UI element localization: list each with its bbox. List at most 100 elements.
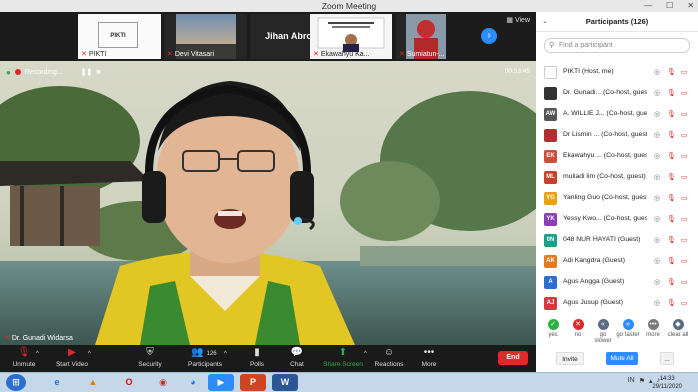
- mic-muted-icon: ✕: [81, 51, 87, 58]
- view-icon: ◎: [654, 195, 661, 202]
- view-icon: ◎: [654, 132, 661, 139]
- share-screen-button[interactable]: ⬆ Share Screen: [322, 346, 364, 368]
- reaction-button[interactable]: ✕ no: [566, 319, 590, 338]
- thumbnail-ekawahyu[interactable]: ✕ Ekawahyu Ka...: [310, 14, 392, 59]
- stop-icon[interactable]: ■: [96, 69, 100, 76]
- avatar: YK: [544, 213, 557, 226]
- minimize-icon[interactable]: —: [644, 0, 652, 12]
- participant-row[interactable]: YG Yanling Guo (Co-host, guest) ◎ 🎙 ▭: [536, 188, 698, 209]
- view-button[interactable]: ▦ View: [506, 16, 530, 24]
- participant-name: Adi Kangdra (Guest): [563, 257, 625, 264]
- reaction-button[interactable]: ✓ yes: [541, 319, 565, 338]
- invite-button[interactable]: Invite: [556, 352, 584, 365]
- taskbar: ⊞ e ▲ O ◉ ◕ ▶ P W IN ⚑ ▴ ♪ 14:33 29/11/2…: [0, 372, 698, 392]
- search-input[interactable]: Find a participant: [544, 38, 690, 53]
- participant-row[interactable]: EK Ekawahyu ... (Co-host, guest) ◎ 🎙 ▭: [536, 146, 698, 167]
- participant-row[interactable]: AK Adi Kangdra (Guest) ◎ 🎙 ▭: [536, 251, 698, 272]
- mic-muted-icon: 🎙: [667, 132, 676, 139]
- participant-row[interactable]: ML muliadi lim (Co-host, guest) ◎ 🎙 ▭: [536, 167, 698, 188]
- participant-row[interactable]: Dr Lismin ... (Co-host, guest) ◎ 🎙 ▭: [536, 125, 698, 146]
- audio-options-caret[interactable]: ^: [36, 351, 39, 357]
- end-meeting-button[interactable]: End: [498, 351, 528, 365]
- reaction-label: clear all: [667, 332, 689, 338]
- unmute-button[interactable]: 🎙 Unmute: [8, 346, 40, 368]
- mic-muted-icon: 🎙: [667, 216, 676, 223]
- reaction-button[interactable]: ••• more: [641, 319, 665, 338]
- polls-button[interactable]: ▮ Polls: [246, 346, 268, 368]
- reaction-label: go slower: [594, 332, 612, 344]
- video-options-caret[interactable]: ^: [88, 351, 91, 357]
- bar-chart-icon: ▮: [254, 347, 260, 358]
- slide-preview: PIKTI: [98, 22, 138, 48]
- reactions-button[interactable]: ☺ Reactions: [374, 346, 404, 368]
- zoom-taskbar-icon[interactable]: ▶: [208, 374, 234, 391]
- share-caret[interactable]: ^: [364, 351, 367, 357]
- reaction-button[interactable]: « go slower: [591, 319, 615, 344]
- start-video-button[interactable]: ▶ Start Video: [54, 346, 90, 368]
- participant-row[interactable]: AJ Agus Jusup (Guest) ◎ 🎙 ▭: [536, 293, 698, 314]
- view-icon: ◎: [654, 258, 661, 265]
- thumbnail-devi[interactable]: ✕ Devi Vitasari: [164, 14, 247, 59]
- chat-bubble-icon: 💬: [290, 347, 304, 358]
- thumbnail-label: Devi Vitasari: [174, 51, 215, 58]
- participant-row[interactable]: YK Yessy Kwo... (Co-host, guest) ◎ 🎙 ▭: [536, 209, 698, 230]
- chevron-right-icon: ›: [487, 30, 491, 41]
- view-icon: ◎: [654, 174, 661, 181]
- avatar: [544, 129, 557, 142]
- powerpoint-icon[interactable]: P: [240, 374, 266, 391]
- more-button[interactable]: ••• More: [418, 346, 440, 368]
- participant-row[interactable]: Dr. Gunadi... (Co-host, guest) ◎ 🎙 ▭: [536, 83, 698, 104]
- maximize-icon[interactable]: ☐: [666, 0, 673, 12]
- language-indicator[interactable]: IN: [628, 377, 635, 385]
- next-page-button[interactable]: ›: [481, 28, 497, 44]
- thumbnail-sumiatun[interactable]: ✕ Sumiatun-...: [396, 14, 446, 59]
- start-button[interactable]: ⊞: [6, 374, 26, 391]
- participant-row[interactable]: AW A. WILLIE J... (Co-host, guest) ◎ 🎙 ▭: [536, 104, 698, 125]
- reaction-icon: »: [622, 319, 634, 330]
- chevron-down-icon[interactable]: ⌄: [542, 12, 548, 32]
- mute-all-button[interactable]: Mute All: [606, 352, 638, 365]
- smiley-icon: ☺: [383, 347, 395, 358]
- participant-name: Dr. Gunadi... (Co-host, guest): [563, 89, 647, 96]
- reaction-icon: ✓: [547, 319, 559, 330]
- thumbnail-label: PIKTI: [88, 51, 107, 58]
- vlc-icon[interactable]: ▲: [80, 374, 106, 391]
- avatar: A: [544, 276, 557, 289]
- view-icon: ◎: [654, 153, 661, 160]
- reaction-button[interactable]: » go faster: [616, 319, 640, 338]
- participant-row[interactable]: PIKTI (Host, me) ◎ 🎙 ▭: [536, 62, 698, 83]
- meeting-timer: 00:53:45: [504, 68, 530, 75]
- reaction-icon: «: [597, 319, 609, 330]
- pause-icon[interactable]: ❚❚: [81, 68, 93, 76]
- video-off-icon: ▶: [68, 347, 76, 358]
- reaction-label: more: [646, 332, 660, 338]
- mic-muted-icon: 🎙: [667, 237, 676, 244]
- clock[interactable]: 14:33 29/11/2020: [652, 375, 682, 391]
- video-off-icon: ▭: [681, 153, 688, 160]
- participants-button[interactable]: 👥 126 Participants: [188, 346, 222, 368]
- recording-indicator: ● Recording... ❚❚ ■: [6, 67, 101, 77]
- word-icon[interactable]: W: [272, 374, 298, 391]
- security-button[interactable]: ⛨ Security: [136, 346, 164, 368]
- participant-row[interactable]: 0N 048 NUR HAYATI (Guest) ◎ 🎙 ▭: [536, 230, 698, 251]
- thumbnail-pikti[interactable]: PIKTI ✕ PIKTI: [78, 14, 161, 59]
- ie-icon[interactable]: e: [44, 374, 70, 391]
- more-options-button[interactable]: ...: [660, 352, 674, 365]
- mic-muted-icon: ✕: [399, 51, 405, 58]
- view-icon: ◎: [654, 111, 661, 118]
- thumbnail-label: Sumiatun-...: [406, 51, 445, 58]
- participant-row[interactable]: A Agus Angga (Guest) ◎ 🎙 ▭: [536, 272, 698, 293]
- close-icon[interactable]: ✕: [687, 0, 694, 12]
- chrome-icon[interactable]: ◕: [180, 374, 206, 391]
- opera-icon[interactable]: O: [116, 374, 142, 391]
- avatar: EK: [544, 150, 557, 163]
- participant-name: Agus Jusup (Guest): [563, 299, 624, 306]
- thumbnail-strip: PIKTI ✕ PIKTI ✕ Devi Vitasari Jihan Abrori: [0, 12, 536, 61]
- antivirus-icon[interactable]: ◉: [150, 374, 176, 391]
- chat-button[interactable]: 💬 Chat: [286, 346, 308, 368]
- mic-muted-icon: ✕: [313, 51, 319, 58]
- reaction-button[interactable]: ◆ clear all: [666, 319, 690, 338]
- mic-muted-icon: 🎙: [667, 279, 676, 286]
- flag-icon[interactable]: ⚑: [639, 377, 645, 385]
- participants-caret[interactable]: ^: [224, 351, 227, 357]
